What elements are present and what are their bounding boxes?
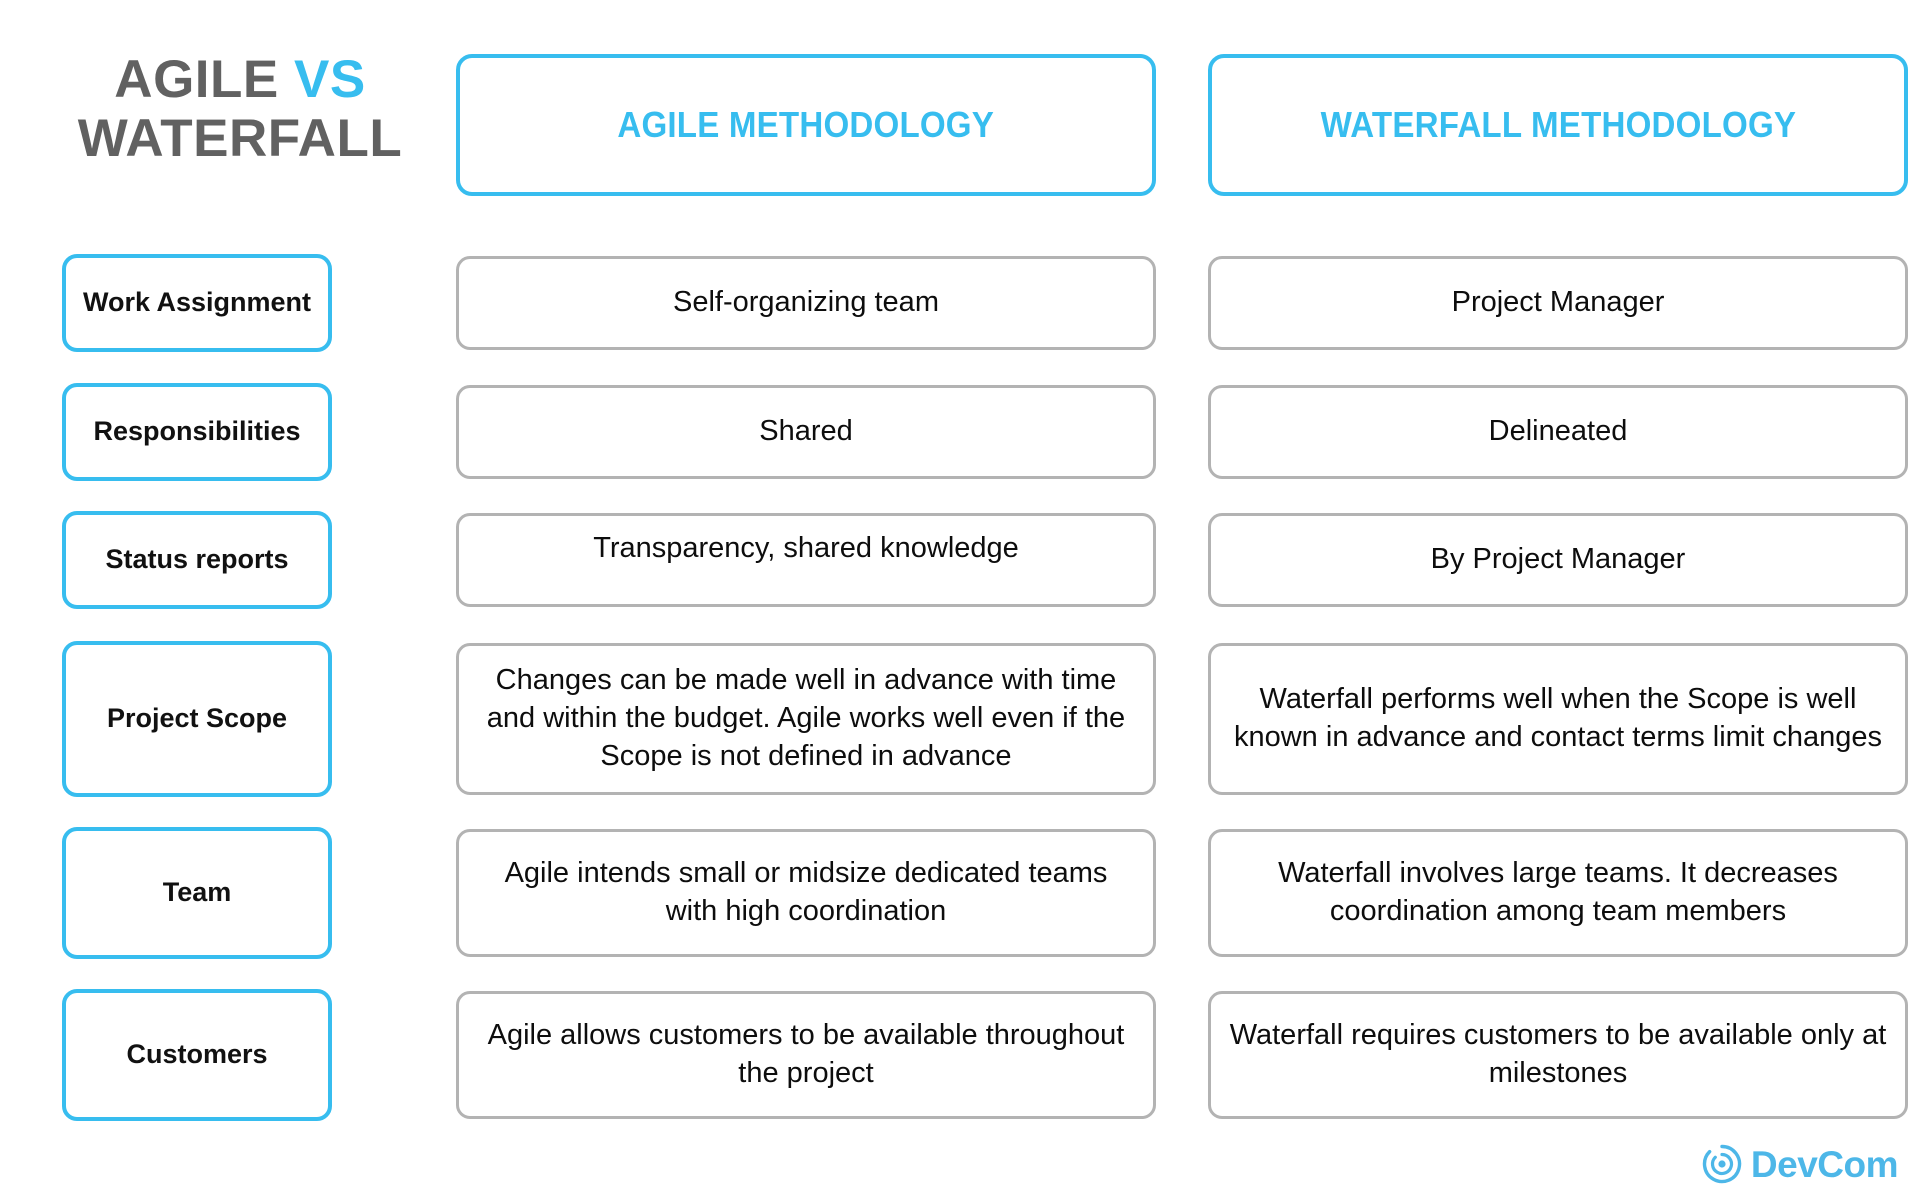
devcom-circle-icon [1702, 1144, 1742, 1184]
row-label-customers: Customers [62, 989, 332, 1121]
row-label-text: Team [162, 877, 232, 908]
column-header-agile-label: AGILE METHODOLOGY [617, 104, 995, 145]
devcom-logo-text: DevCom [1750, 1143, 1899, 1185]
cell-text: Waterfall involves large teams. It decre… [1278, 857, 1838, 927]
row-label-team: Team [62, 827, 332, 959]
cell-text: Transparency, shared knowledge [593, 532, 1019, 564]
row-label-work-assignment: Work Assignment [62, 254, 332, 352]
row-label-project-scope: Project Scope [62, 641, 332, 797]
row-label-status-reports: Status reports [62, 511, 332, 609]
devcom-logo: DevCom [1701, 1143, 1899, 1185]
cell-text: Delineated [1488, 415, 1628, 448]
cell-text: Changes can be made well in advance with… [486, 664, 1126, 772]
row-label-text: Status reports [105, 544, 289, 575]
cell-waterfall-project-scope: Waterfall performs well when the Scope i… [1208, 643, 1908, 795]
page-title: AGILE VS WATERFALL [60, 50, 420, 195]
cell-text: Agile allows customers to be available t… [487, 1019, 1125, 1089]
row-label-responsibilities: Responsibilities [62, 383, 332, 481]
cell-text: By Project Manager [1430, 543, 1686, 576]
column-header-agile: AGILE METHODOLOGY [456, 54, 1156, 196]
cell-agile-customers: Agile allows customers to be available t… [456, 991, 1156, 1119]
cell-text: Project Manager [1451, 286, 1665, 319]
cell-agile-responsibilities: Shared [456, 385, 1156, 479]
title-word-vs: VS [293, 50, 366, 109]
cell-text: Waterfall performs well when the Scope i… [1233, 683, 1882, 753]
cell-agile-work-assignment: Self-organizing team [456, 256, 1156, 350]
row-label-text: Project Scope [106, 703, 288, 734]
cell-text: Shared [759, 415, 853, 448]
cell-text: Agile intends small or midsize dedicated… [504, 857, 1108, 927]
comparison-infographic: AGILE VS WATERFALL AGILE METHODOLOGY WAT… [0, 0, 1920, 1199]
column-header-waterfall: WATERFALL METHODOLOGY [1208, 54, 1908, 196]
title-line-1: AGILE VS [114, 50, 365, 109]
row-label-text: Customers [126, 1039, 268, 1070]
cell-waterfall-customers: Waterfall requires customers to be avail… [1208, 991, 1908, 1119]
cell-text: Self-organizing team [673, 286, 939, 319]
cell-agile-status-reports: Transparency, shared knowledge [456, 513, 1156, 607]
title-line-2: WATERFALL [77, 109, 403, 169]
title-word-agile: AGILE [114, 50, 279, 109]
cell-waterfall-responsibilities: Delineated [1208, 385, 1908, 479]
row-label-text: Responsibilities [93, 416, 301, 447]
cell-text: Waterfall requires customers to be avail… [1229, 1019, 1887, 1089]
cell-agile-project-scope: Changes can be made well in advance with… [456, 643, 1156, 795]
cell-waterfall-team: Waterfall involves large teams. It decre… [1208, 829, 1908, 957]
cell-waterfall-work-assignment: Project Manager [1208, 256, 1908, 350]
cell-waterfall-status-reports: By Project Manager [1208, 513, 1908, 607]
column-header-waterfall-label: WATERFALL METHODOLOGY [1320, 104, 1796, 145]
row-label-text: Work Assignment [82, 287, 312, 318]
cell-agile-team: Agile intends small or midsize dedicated… [456, 829, 1156, 957]
